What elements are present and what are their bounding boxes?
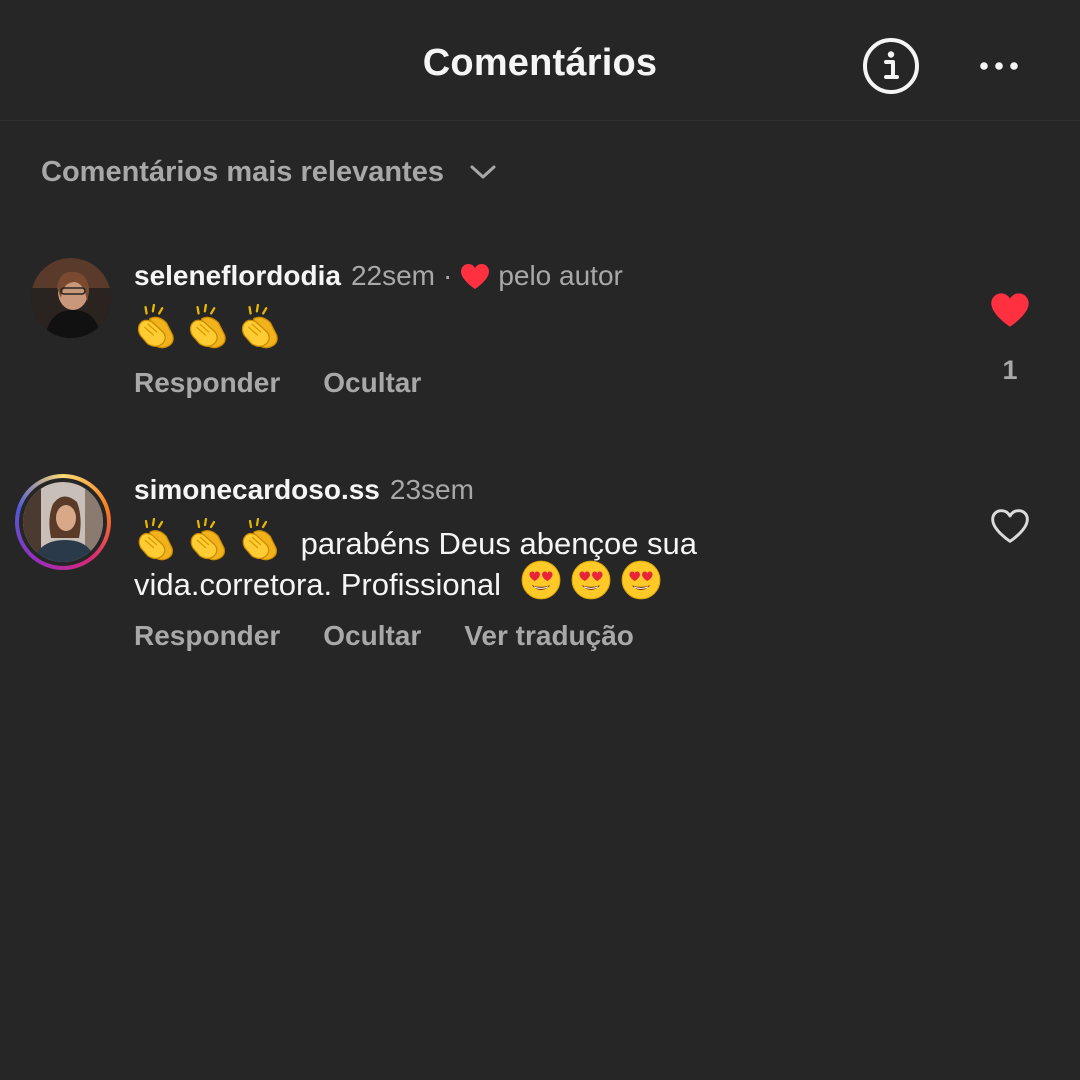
comment-text-line: parabéns Deus abençoe sua	[300, 526, 698, 561]
clapping-hands-emoji	[238, 518, 282, 562]
comment-username[interactable]: simonecardoso.ss	[134, 474, 380, 506]
like-button[interactable]	[990, 292, 1030, 333]
heart-outline-icon	[991, 509, 1029, 543]
clapping-hands-emoji	[134, 304, 178, 350]
profile-photo	[23, 482, 103, 562]
heart-eyes-emoji	[520, 559, 562, 601]
heart-eyes-emoji	[620, 559, 662, 601]
avatar-story-ring[interactable]	[15, 474, 111, 570]
heart-filled-icon	[461, 263, 490, 289]
heart-eyes-emoji	[570, 559, 612, 601]
more-horizontal-icon	[980, 62, 1018, 70]
emoji-group	[520, 559, 662, 601]
emoji-group	[134, 518, 282, 562]
profile-photo	[31, 258, 111, 338]
clapping-hands-emoji	[186, 304, 230, 350]
info-circle-icon	[863, 38, 919, 94]
comment-item: simonecardoso.ss 23sem parabéns Deus abe…	[0, 470, 1080, 670]
comment-actions: Responder Ocultar	[134, 367, 421, 399]
comment-time: 22sem	[350, 260, 435, 291]
avatar[interactable]	[31, 258, 111, 338]
comment-item: seleneflordodia 22sem · pelo autor Respo…	[0, 250, 1080, 420]
hide-button[interactable]: Ocultar	[323, 367, 421, 399]
comments-screen: Comentários Comentários mais relevantes	[0, 0, 1080, 1080]
reply-button[interactable]: Responder	[134, 620, 280, 652]
chevron-down-icon	[470, 165, 496, 179]
emoji-group	[134, 304, 282, 350]
clapping-hands-emoji	[238, 304, 282, 350]
clapping-hands-emoji	[134, 518, 178, 562]
sort-label: Comentários mais relevantes	[41, 155, 444, 188]
comment-header: simonecardoso.ss 23sem	[134, 474, 474, 506]
comment-header: seleneflordodia 22sem · pelo autor	[134, 260, 623, 292]
comment-text: parabéns Deus abençoe sua vida.corretora…	[134, 518, 698, 602]
sort-selector[interactable]: Comentários mais relevantes	[41, 150, 498, 194]
liked-by-author-label: pelo autor	[498, 260, 623, 291]
clapping-hands-emoji	[186, 518, 230, 562]
info-button[interactable]	[862, 37, 920, 95]
like-column: 1	[982, 292, 1038, 386]
like-button[interactable]	[990, 508, 1030, 549]
top-bar: Comentários	[0, 0, 1080, 121]
like-column	[982, 508, 1038, 549]
comment-time: 23sem	[389, 474, 474, 505]
see-translation-button[interactable]: Ver tradução	[464, 620, 634, 652]
heart-filled-icon	[991, 293, 1029, 327]
comment-username[interactable]: seleneflordodia	[134, 260, 341, 292]
reply-button[interactable]: Responder	[134, 367, 280, 399]
hide-button[interactable]: Ocultar	[323, 620, 421, 652]
meta-separator: ·	[442, 260, 453, 291]
comment-actions: Responder Ocultar Ver tradução	[134, 620, 634, 652]
more-options-button[interactable]	[974, 50, 1024, 82]
comment-text	[134, 304, 282, 350]
comment-text-line: vida.corretora. Profissional	[134, 567, 501, 602]
like-count: 1	[1002, 355, 1018, 385]
